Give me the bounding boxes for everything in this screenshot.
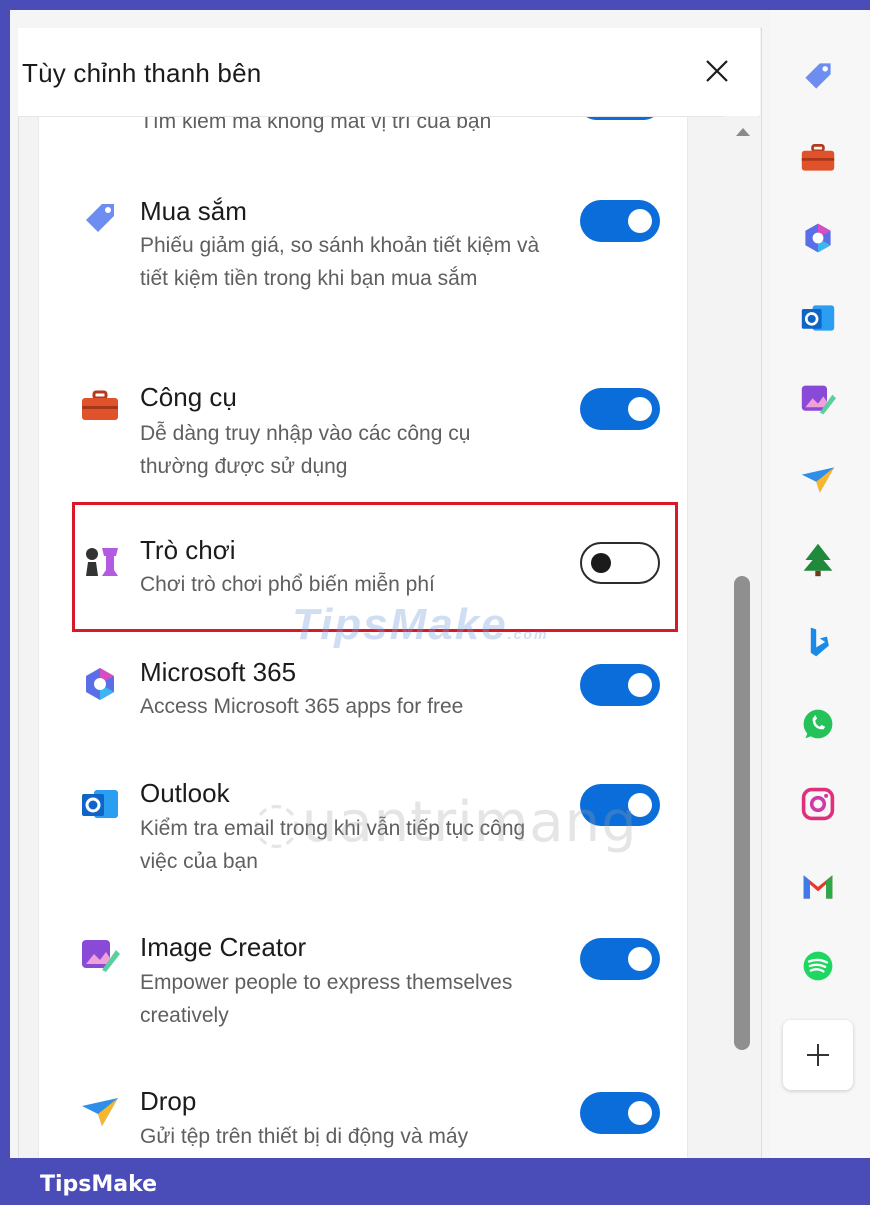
item-title-drop: Drop xyxy=(140,1086,197,1116)
item-title-tools: Công cụ xyxy=(140,382,237,412)
panel-header: Tùy chỉnh thanh bên xyxy=(18,28,760,117)
close-icon xyxy=(706,60,728,82)
rail-spotify-icon[interactable] xyxy=(798,946,838,986)
add-app-button[interactable] xyxy=(783,1020,853,1090)
item-desc-shopping: Phiếu giảm giá, so sánh khoản tiết kiệm … xyxy=(140,234,540,290)
scrollbar-thumb[interactable] xyxy=(734,576,750,1050)
frame-top-border xyxy=(0,0,870,10)
item-title-shopping: Mua sắm xyxy=(140,196,247,226)
close-button[interactable] xyxy=(694,48,740,94)
item-desc-tools: Dễ dàng truy nhập vào các công cụ thường… xyxy=(140,422,471,478)
footer-bar: TipsMake xyxy=(10,1158,870,1205)
shopping-tag-icon xyxy=(80,198,120,238)
rail-bing-icon[interactable] xyxy=(798,622,838,662)
microsoft365-icon xyxy=(80,664,120,704)
drop-icon xyxy=(80,1092,120,1132)
panel-title: Tùy chỉnh thanh bên xyxy=(22,58,262,88)
rail-microsoft365-icon[interactable] xyxy=(798,218,838,258)
rail-instagram-icon[interactable] xyxy=(798,784,838,824)
footer-brand: TipsMake xyxy=(40,1172,158,1197)
item-desc-drop: Gửi tệp trên thiết bị di động và máy xyxy=(140,1125,469,1148)
tipsmake-watermark: TipsMake.com xyxy=(292,600,549,649)
rail-shopping-tag-icon[interactable] xyxy=(798,56,838,96)
quantrimang-watermark: ◌uantrimang xyxy=(252,790,638,855)
toggle-shopping[interactable] xyxy=(580,200,660,242)
rail-whatsapp-icon[interactable] xyxy=(798,704,838,744)
rail-gmail-icon[interactable] xyxy=(798,866,838,906)
item-title-outlook: Outlook xyxy=(140,778,230,808)
toggle-image-creator[interactable] xyxy=(580,938,660,980)
rail-image-creator-icon[interactable] xyxy=(798,380,838,420)
scroll-up-arrow[interactable] xyxy=(736,128,750,136)
rail-drop-icon[interactable] xyxy=(798,460,838,500)
rail-outlook-icon[interactable] xyxy=(798,298,838,338)
rail-tree-icon[interactable] xyxy=(798,540,838,580)
toggle-tools[interactable] xyxy=(580,388,660,430)
item-title-microsoft365: Microsoft 365 xyxy=(140,657,297,687)
image-creator-icon xyxy=(80,936,120,976)
plus-icon xyxy=(807,1044,829,1066)
toggle-microsoft365[interactable] xyxy=(580,664,660,706)
rail-toolbox-icon[interactable] xyxy=(798,138,838,178)
outlook-icon xyxy=(80,784,120,824)
item-desc-microsoft365: Access Microsoft 365 apps for free xyxy=(140,695,464,718)
toggle-drop[interactable] xyxy=(580,1092,660,1134)
toolbox-icon xyxy=(80,386,120,426)
item-desc-image-creator: Empower people to express themselves cre… xyxy=(140,971,513,1027)
item-title-image-creator: Image Creator xyxy=(140,932,307,962)
frame-left-border xyxy=(0,0,10,1205)
